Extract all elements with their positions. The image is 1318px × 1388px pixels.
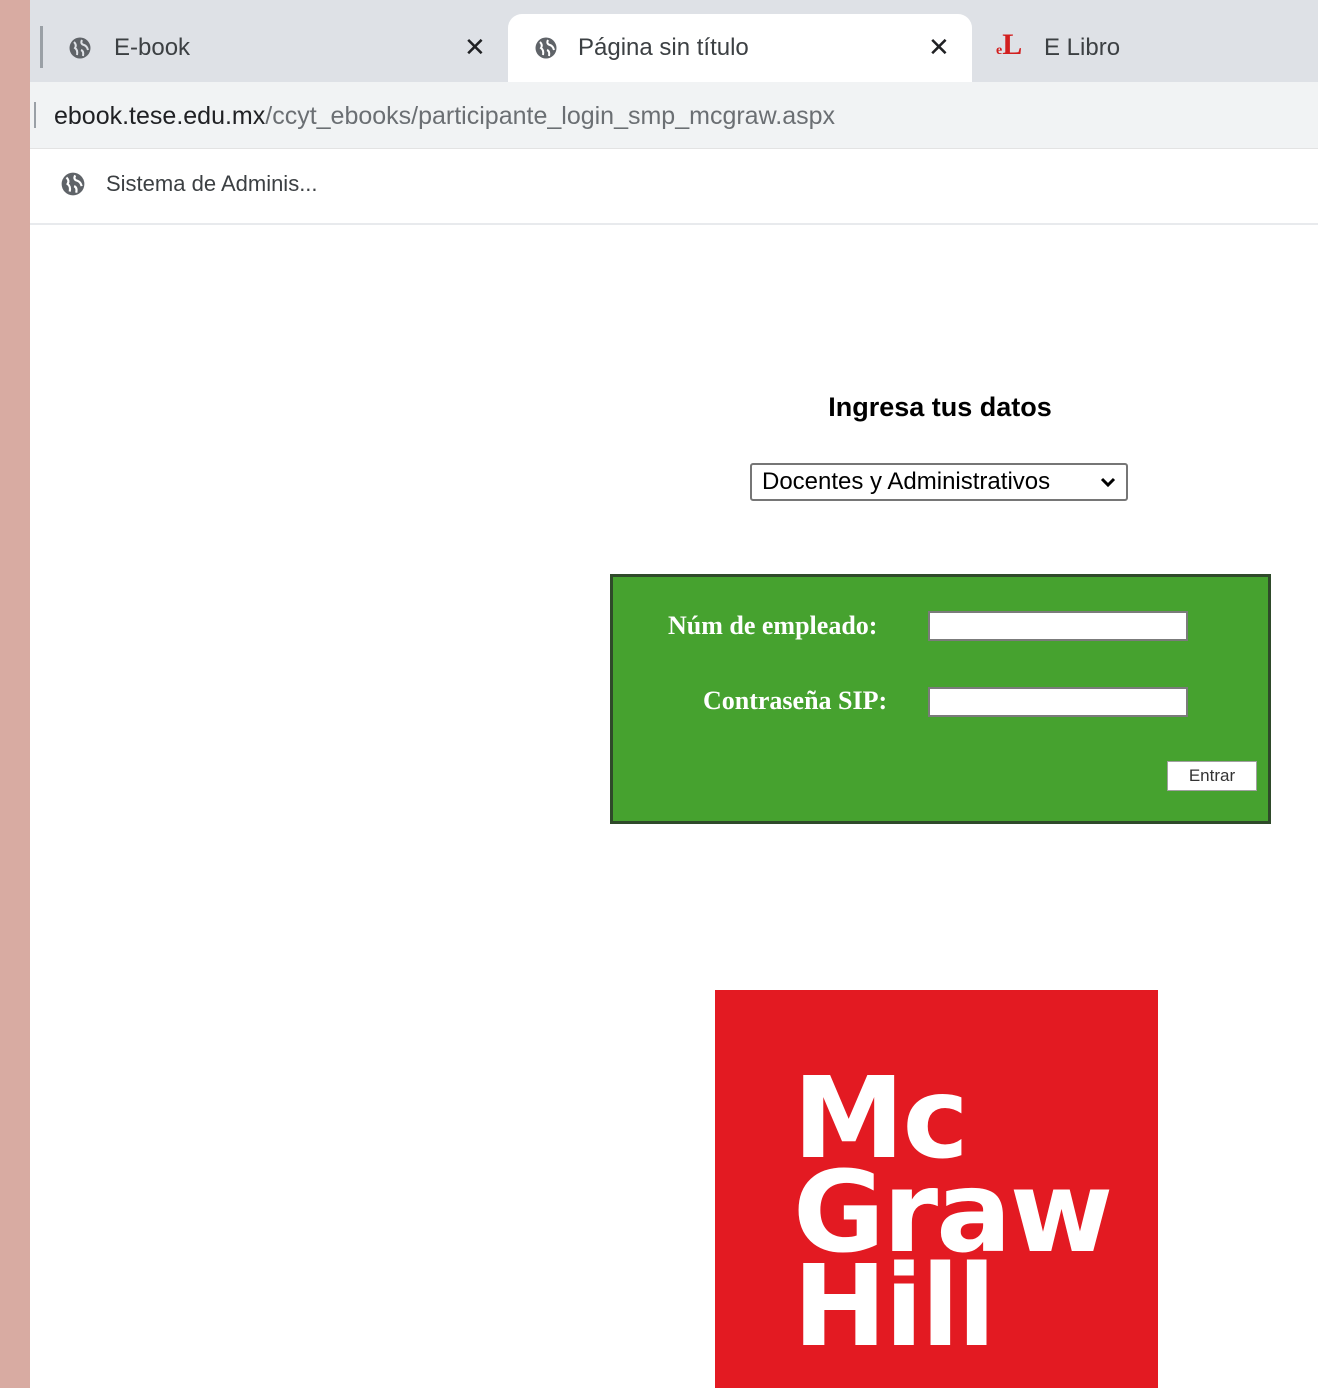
password-label: Contraseña SIP:: [703, 686, 888, 715]
tab-ebook[interactable]: E-book ✕: [44, 14, 502, 82]
elibro-logo-icon: eL: [996, 28, 1023, 61]
role-select-value: Docentes y Administrativos: [762, 468, 1051, 495]
url-host: ebook.tese.edu.mx: [54, 102, 266, 130]
login-form: Núm de empleado: Contraseña SIP: Entrar: [610, 574, 1271, 824]
bookmarks-bar: Sistema de Adminis...: [30, 149, 1318, 225]
mcgraw-hill-logo: Mc Graw Hill: [715, 990, 1158, 1388]
url-field[interactable]: ebook.tese.edu.mx/ccyt_ebooks/participan…: [54, 102, 835, 130]
tab-title: Página sin título: [578, 34, 749, 61]
employee-number-label: Núm de empleado:: [668, 611, 878, 640]
close-icon[interactable]: ✕: [928, 35, 950, 61]
globe-icon: [69, 37, 91, 59]
tab-elibro[interactable]: eL E Libro: [978, 14, 1318, 82]
globe-icon: [61, 172, 85, 196]
divider: [34, 102, 36, 128]
bookmark-sistema-de-adminis[interactable]: Sistema de Adminis...: [60, 171, 318, 197]
tab-pagina-sin-titulo[interactable]: Página sin título ✕: [508, 14, 972, 82]
bookmark-label: Sistema de Adminis...: [106, 171, 318, 196]
logo-wordmark: Mc Graw Hill: [793, 1063, 1113, 1363]
submit-button[interactable]: Entrar: [1167, 761, 1257, 791]
browser-window: E-book ✕ Página sin título ✕ eL E Libro …: [30, 0, 1318, 1388]
tab-title: E-book: [114, 34, 191, 61]
tab-separator: [40, 26, 43, 68]
tab-title: E Libro: [1044, 34, 1121, 61]
address-bar: ebook.tese.edu.mx/ccyt_ebooks/participan…: [30, 82, 1318, 149]
employee-number-input[interactable]: [928, 611, 1188, 641]
password-input[interactable]: [928, 687, 1188, 717]
chevron-down-icon: [1100, 477, 1116, 488]
role-select[interactable]: Docentes y Administrativos: [750, 463, 1128, 501]
tab-strip: E-book ✕ Página sin título ✕ eL E Libro: [30, 0, 1318, 82]
page-title: Ingresa tus datos: [828, 392, 1052, 422]
close-icon[interactable]: ✕: [464, 35, 486, 61]
globe-icon: [535, 37, 557, 59]
url-path: /ccyt_ebooks/participante_login_smp_mcgr…: [265, 102, 836, 130]
